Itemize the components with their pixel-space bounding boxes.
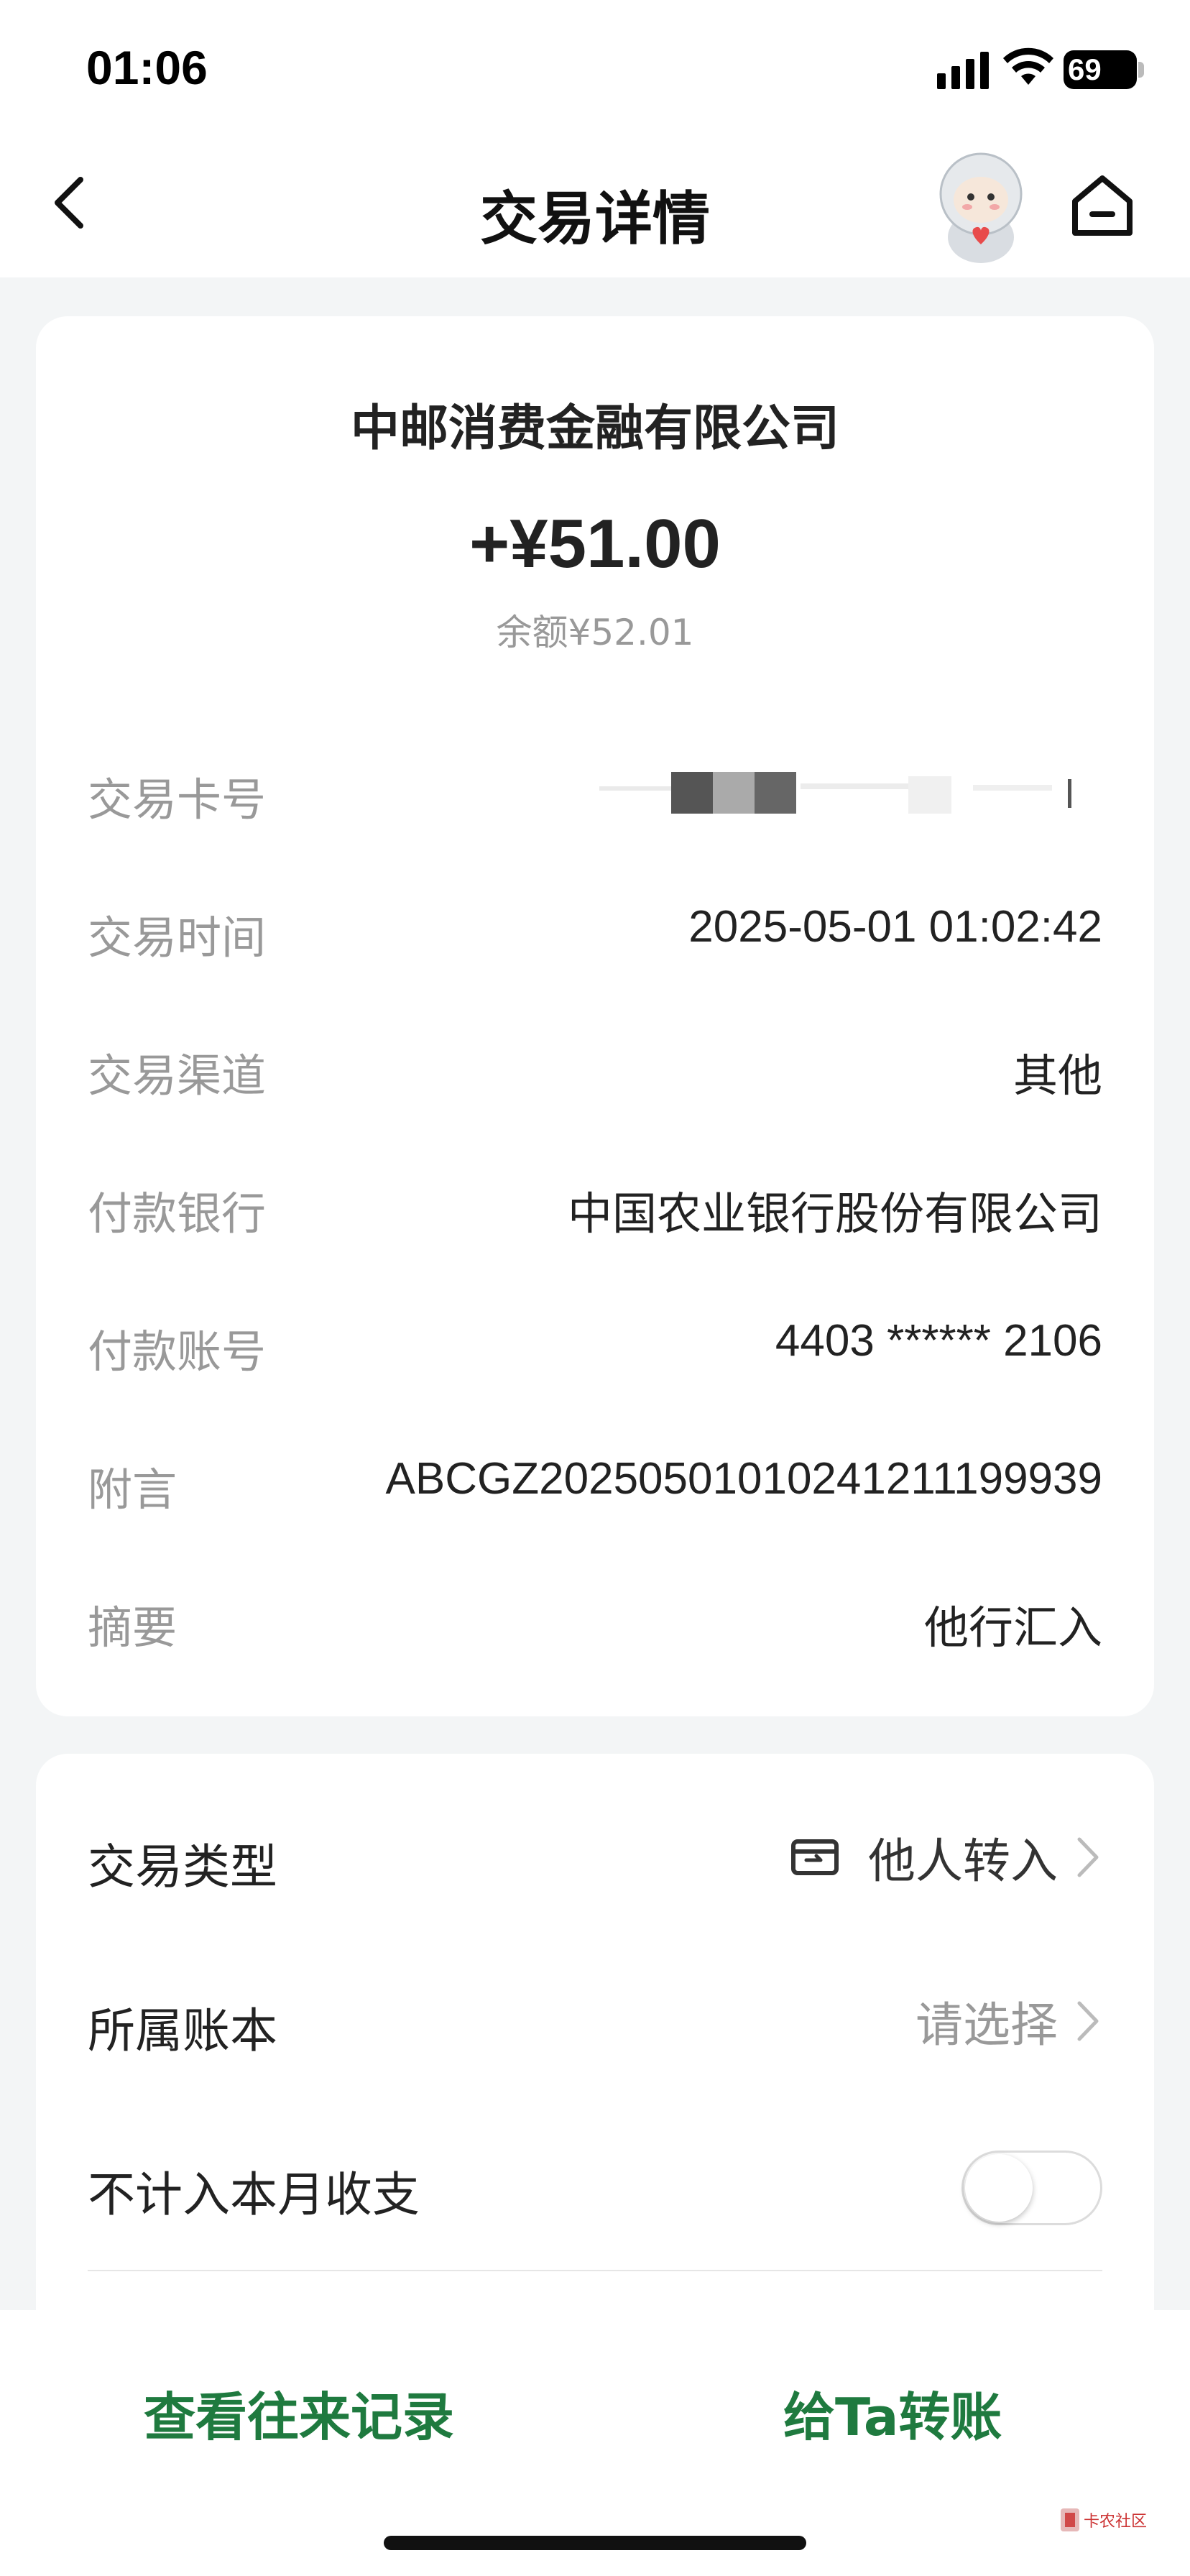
watermark-text: 卡农社区 <box>1084 2513 1148 2531</box>
view-history-button[interactable]: 查看往来记录 <box>144 2375 454 2450</box>
detail-label: 交易卡号 <box>88 773 267 826</box>
chevron-right-icon <box>1077 2001 1099 2041</box>
transaction-options-card: 交易类型 他人转入 所属账本 请选择 不计入本月收支 <box>36 1754 1154 2401</box>
chevron-right-icon <box>1077 1837 1099 1877</box>
detail-row-time: 交易时间 2025-05-01 01:02:42 <box>88 886 1102 965</box>
detail-label: 付款银行 <box>88 1187 267 1240</box>
detail-row-summary: 摘要 他行汇入 <box>88 1576 1102 1655</box>
transaction-type-row[interactable]: 交易类型 他人转入 <box>88 1801 1102 1909</box>
exclude-monthly-toggle[interactable] <box>961 2150 1102 2225</box>
exclude-monthly-row: 不计入本月收支 <box>88 2129 1102 2237</box>
detail-value: 4403 ****** 2106 <box>775 1316 1102 1366</box>
masked-card-number <box>599 772 1071 814</box>
home-indicator[interactable] <box>384 2536 806 2550</box>
wifi-icon <box>1003 47 1053 85</box>
detail-row-remark: 附言 ABCGZ20250501010241211199939 <box>88 1438 1102 1517</box>
detail-label: 交易渠道 <box>88 1049 267 1102</box>
transaction-detail-card: 中邮消费金融有限公司 +¥51.00 余额¥52.01 交易卡号 交易时间 20… <box>36 316 1154 1716</box>
detail-value: 中国农业银行股份有限公司 <box>567 1190 1102 1239</box>
option-label: 交易类型 <box>88 1839 277 1895</box>
account-book-selector[interactable]: 请选择 <box>915 1992 1102 2053</box>
detail-row-payer-bank: 付款银行 中国农业银行股份有限公司 <box>88 1162 1102 1241</box>
transfer-to-button[interactable]: 给Ta转账 <box>783 2375 1002 2450</box>
detail-value: 他行汇入 <box>923 1604 1102 1653</box>
mascot-icon[interactable] <box>927 150 1035 264</box>
signal-icon <box>937 52 989 89</box>
battery-tip <box>1138 62 1144 78</box>
home-icon[interactable] <box>1068 171 1137 240</box>
transaction-type-value: 他人转入 <box>868 1834 1058 1889</box>
detail-row-channel: 交易渠道 其他 <box>88 1024 1102 1103</box>
payee-name: 中邮消费金融有限公司 <box>350 400 839 457</box>
detail-row-card-number: 交易卡号 <box>88 748 1102 827</box>
option-label: 不计入本月收支 <box>88 2167 420 2222</box>
detail-value: 2025-05-01 01:02:42 <box>688 902 1102 952</box>
detail-label: 摘要 <box>88 1601 177 1654</box>
account-book-row[interactable]: 所属账本 请选择 <box>88 1965 1102 2073</box>
transfer-in-icon <box>791 1839 839 1875</box>
bottom-action-bar: 查看往来记录 给Ta转账 卡农社区 <box>0 2310 1190 2576</box>
detail-label: 付款账号 <box>88 1325 267 1378</box>
option-label: 所属账本 <box>88 2003 277 2058</box>
battery-icon: 69 <box>1064 50 1137 89</box>
balance-after: 余额¥52.01 <box>496 612 694 653</box>
divider <box>88 2270 1102 2271</box>
transaction-type-selector[interactable]: 他人转入 <box>789 1828 1102 1889</box>
status-bar: 01:06 69 <box>0 0 1190 137</box>
toggle-knob <box>965 2154 1033 2222</box>
detail-row-payer-account: 付款账号 4403 ****** 2106 <box>88 1300 1102 1379</box>
detail-value: ABCGZ20250501010241211199939 <box>385 1454 1102 1504</box>
detail-value: 其他 <box>1013 1052 1102 1101</box>
detail-label: 附言 <box>88 1463 177 1516</box>
detail-label: 交易时间 <box>88 911 267 964</box>
nav-bar: 交易详情 <box>0 137 1190 277</box>
account-book-value: 请选择 <box>915 1997 1058 2053</box>
transaction-amount: +¥51.00 <box>469 505 721 582</box>
status-time: 01:06 <box>86 41 208 94</box>
